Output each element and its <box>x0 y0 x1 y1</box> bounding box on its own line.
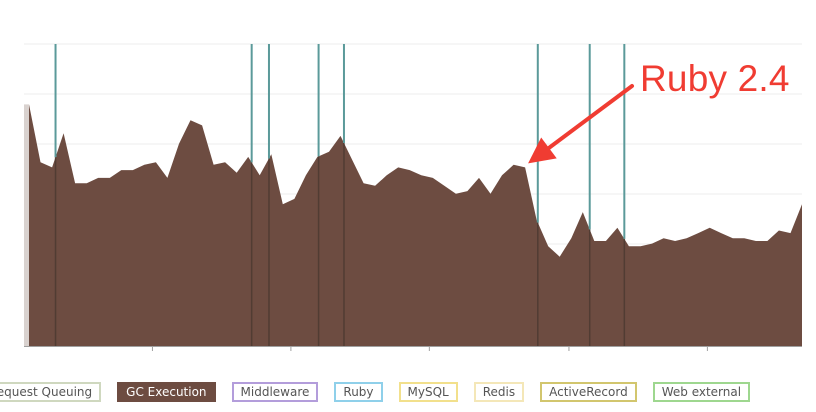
legend-item-middleware[interactable]: Middleware <box>231 382 319 402</box>
legend-item-gc-execution[interactable]: GC Execution <box>117 382 216 402</box>
annotation-label: Ruby 2.4 <box>640 58 790 99</box>
legend-item-ruby[interactable]: Ruby <box>334 382 383 402</box>
gc-execution-area-chart <box>24 43 802 351</box>
chart-legend: Request Queuing GC Execution Middleware Rub… <box>0 382 751 402</box>
annotation-arrow-shaft <box>542 84 634 154</box>
legend-item-redis[interactable]: Redis <box>473 382 525 402</box>
legend-item-activerecord[interactable]: ActiveRecord <box>540 382 637 402</box>
annotation-arrow-head <box>528 137 557 164</box>
gc-execution-area <box>29 104 802 347</box>
left-edge-band <box>24 104 29 347</box>
legend-item-request-queuing[interactable]: Request Queuing <box>0 382 102 402</box>
legend-item-web-external[interactable]: Web external <box>652 382 751 402</box>
legend-item-mysql[interactable]: MySQL <box>398 382 458 402</box>
